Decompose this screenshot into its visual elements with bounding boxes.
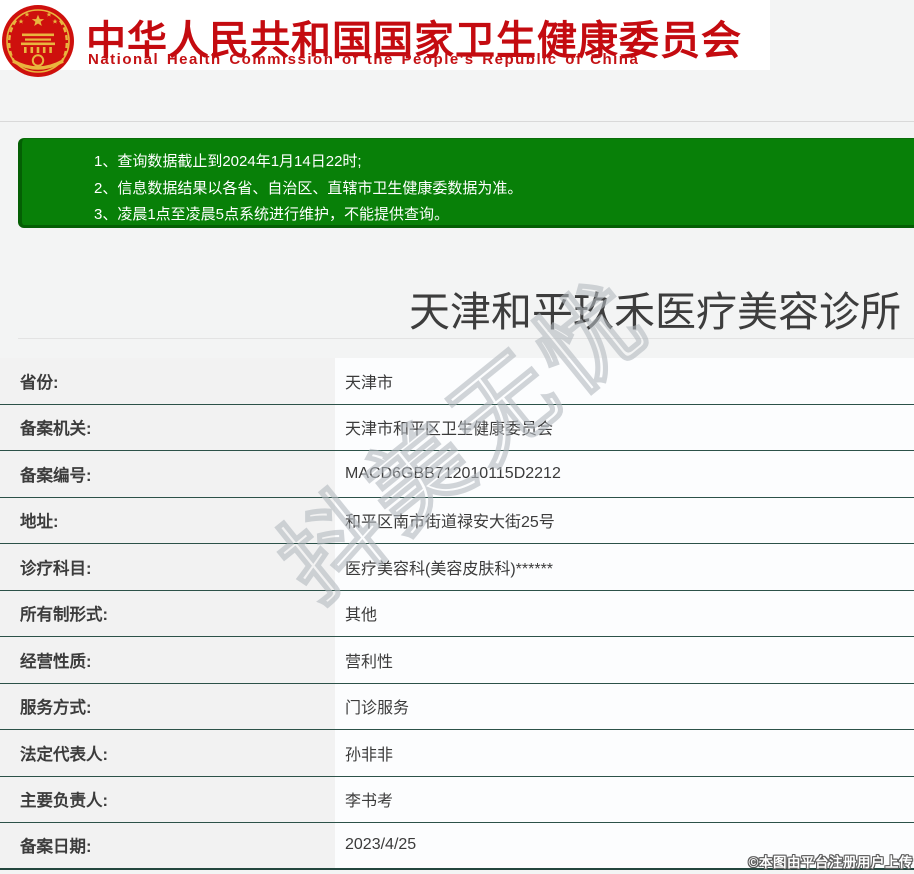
field-value: 医疗美容科(美容皮肤科)******	[335, 544, 914, 590]
field-value: 门诊服务	[335, 684, 914, 730]
field-value: 天津市	[335, 358, 914, 404]
table-row-legal-representative: 法定代表人: 孙非非	[0, 730, 914, 777]
table-row-principal: 主要负责人: 李书考	[0, 777, 914, 824]
field-label: 备案编号:	[0, 451, 335, 497]
table-row-service-mode: 服务方式: 门诊服务	[0, 684, 914, 731]
field-label: 所有制形式:	[0, 591, 335, 637]
notice-item-2: 2、信息数据结果以各省、自治区、直辖市卫生健康委数据为准。	[94, 176, 914, 203]
field-label: 主要负责人:	[0, 777, 335, 823]
institution-name-title: 天津和平玖禾医疗美容诊所	[409, 278, 901, 338]
notice-box: 1、查询数据截止到2024年1月14日22时; 2、信息数据结果以各省、自治区、…	[18, 138, 914, 228]
site-title-english: National Health Commission of the People…	[88, 51, 639, 68]
prc-national-emblem-icon	[0, 2, 76, 78]
field-label: 诊疗科目:	[0, 544, 335, 590]
table-row-ownership: 所有制形式: 其他	[0, 591, 914, 638]
field-label: 备案日期:	[0, 823, 335, 868]
field-value: MACD6GBB712010115D2212	[335, 451, 914, 497]
field-value: 和平区南市街道禄安大街25号	[335, 498, 914, 544]
field-label: 地址:	[0, 498, 335, 544]
table-row-filing-authority: 备案机关: 天津市和平区卫生健康委员会	[0, 405, 914, 452]
notice-list: 1、查询数据截止到2024年1月14日22时; 2、信息数据结果以各省、自治区、…	[22, 139, 914, 229]
table-row-province: 省份: 天津市	[0, 358, 914, 405]
field-value: 其他	[335, 591, 914, 637]
field-label: 法定代表人:	[0, 730, 335, 776]
notice-item-3: 3、凌晨1点至凌晨5点系统进行维护，不能提供查询。	[94, 202, 914, 229]
field-label: 服务方式:	[0, 684, 335, 730]
header-divider	[0, 121, 914, 122]
table-row-clinical-subjects: 诊疗科目: 医疗美容科(美容皮肤科)******	[0, 544, 914, 591]
field-value: 营利性	[335, 637, 914, 683]
table-row-filing-number: 备案编号: MACD6GBB712010115D2212	[0, 451, 914, 498]
field-label: 备案机关:	[0, 405, 335, 451]
institution-info-table: 省份: 天津市 备案机关: 天津市和平区卫生健康委员会 备案编号: MACD6G…	[0, 358, 914, 870]
field-value: 孙非非	[335, 730, 914, 776]
upload-copyright-badge: ©本图由平台注册用户上传	[749, 851, 913, 871]
field-value: 李书考	[335, 777, 914, 823]
field-label: 省份:	[0, 358, 335, 404]
table-row-address: 地址: 和平区南市街道禄安大街25号	[0, 498, 914, 545]
notice-item-1: 1、查询数据截止到2024年1月14日22时;	[94, 149, 914, 176]
table-row-business-nature: 经营性质: 营利性	[0, 637, 914, 684]
title-divider	[18, 338, 914, 339]
field-label: 经营性质:	[0, 637, 335, 683]
field-value: 天津市和平区卫生健康委员会	[335, 405, 914, 451]
